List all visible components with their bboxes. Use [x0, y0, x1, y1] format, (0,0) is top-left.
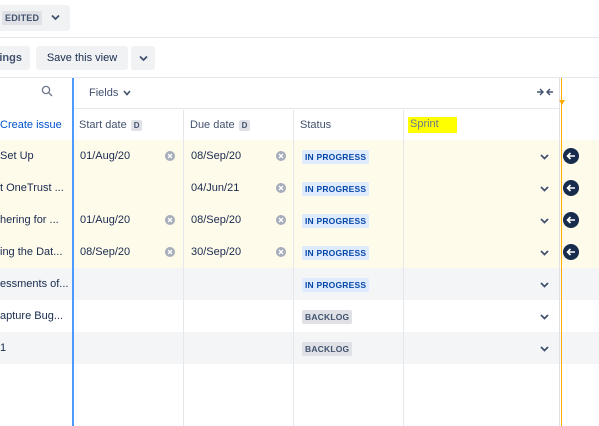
column-header-due-date[interactable]: Due date D	[190, 110, 251, 140]
status-lozenge[interactable]: IN PROGRESS	[302, 182, 370, 196]
column-header-label: Sprint	[408, 117, 457, 133]
status-lozenge[interactable]: BACKLOG	[302, 310, 353, 324]
column-divider	[183, 110, 184, 426]
table-row[interactable]: ing the Dat... 08/Sep/20 30/Sep/20 IN PROGR…	[0, 236, 599, 268]
issue-summary[interactable]: Set Up	[0, 140, 70, 172]
clear-date-icon[interactable]	[276, 151, 286, 161]
issue-summary[interactable]: ing the Dat...	[0, 236, 70, 268]
create-issue-link[interactable]: Create issue	[0, 110, 62, 140]
table-row[interactable]: t OneTrust ... 04/Jun/21 IN PROGRESS	[0, 172, 599, 204]
issue-summary[interactable]: 1	[0, 332, 70, 364]
chevron-down-icon[interactable]	[540, 152, 549, 160]
view-settings-button[interactable]: ings	[0, 46, 30, 70]
grid-right-border	[559, 78, 560, 426]
status-lozenge[interactable]: IN PROGRESS	[302, 278, 370, 292]
column-header-start-date[interactable]: Start date D	[79, 110, 143, 140]
search-icon[interactable]	[41, 85, 53, 97]
fields-header-divider	[74, 108, 560, 109]
start-date-value[interactable]: 01/Aug/20	[80, 140, 160, 172]
table-row[interactable]: Set Up 01/Aug/20 08/Sep/20 IN PROGRESS	[0, 140, 599, 172]
issue-summary[interactable]: essments of...	[0, 268, 70, 300]
chevron-down-icon[interactable]	[540, 248, 549, 256]
issue-summary[interactable]: apture Bug...	[0, 300, 70, 332]
edited-lozenge: EDITED	[2, 11, 43, 25]
column-divider	[403, 110, 404, 426]
start-date-value[interactable]: 08/Sep/20	[80, 236, 160, 268]
status-lozenge[interactable]: IN PROGRESS	[302, 150, 370, 164]
clear-date-icon[interactable]	[165, 247, 175, 257]
status-lozenge[interactable]: IN PROGRESS	[302, 214, 370, 228]
table-row[interactable]: hering for ... 01/Aug/20 08/Sep/20 IN PROGR…	[0, 204, 599, 236]
chevron-down-icon	[138, 55, 148, 61]
frozen-column-separator[interactable]	[72, 78, 74, 426]
collapse-fields-icon[interactable]	[536, 85, 554, 99]
fields-dropdown-button[interactable]: Fields	[89, 86, 131, 100]
chevron-down-icon[interactable]	[540, 216, 549, 224]
clear-date-icon[interactable]	[276, 183, 286, 193]
chevron-down-icon	[51, 13, 60, 23]
view-edited-dropdown[interactable]: EDITED	[0, 5, 70, 31]
issue-summary[interactable]: t OneTrust ...	[0, 172, 70, 204]
arrow-left-circle-icon[interactable]	[563, 180, 579, 196]
arrow-left-circle-icon[interactable]	[563, 244, 579, 260]
column-header-label: Start date	[79, 119, 127, 131]
save-view-options-button[interactable]	[131, 46, 155, 70]
clear-date-icon[interactable]	[276, 247, 286, 257]
arrow-left-circle-icon[interactable]	[563, 212, 579, 228]
table-row[interactable]: 1 BACKLOG	[0, 332, 599, 364]
due-date-value[interactable]: 04/Jun/21	[191, 172, 271, 204]
start-date-value[interactable]: 01/Aug/20	[80, 204, 160, 236]
status-lozenge[interactable]: IN PROGRESS	[302, 246, 370, 260]
clear-date-icon[interactable]	[165, 151, 175, 161]
issue-grid: Set Up 01/Aug/20 08/Sep/20 IN PROGRESS t One…	[0, 78, 599, 426]
date-type-badge: D	[238, 119, 251, 131]
column-header-sprint[interactable]: Sprint	[408, 110, 457, 140]
chevron-down-icon	[123, 90, 131, 96]
date-type-badge: D	[130, 119, 143, 131]
table-row[interactable]: essments of... IN PROGRESS	[0, 268, 599, 300]
clear-date-icon[interactable]	[165, 215, 175, 225]
status-lozenge[interactable]: BACKLOG	[302, 342, 353, 356]
column-header-label: Due date	[190, 119, 235, 131]
chevron-down-icon[interactable]	[540, 280, 549, 288]
view-toolbar: ings Save this view	[0, 38, 599, 78]
due-date-value[interactable]: 30/Sep/20	[191, 236, 271, 268]
clear-date-icon[interactable]	[276, 215, 286, 225]
fields-label: Fields	[89, 87, 119, 99]
today-marker-icon	[559, 100, 565, 105]
table-row[interactable]: apture Bug... BACKLOG	[0, 300, 599, 332]
column-header-status[interactable]: Status	[300, 110, 331, 140]
due-date-value[interactable]: 08/Sep/20	[191, 140, 271, 172]
save-view-button[interactable]: Save this view	[36, 46, 128, 70]
due-date-value[interactable]: 08/Sep/20	[191, 204, 271, 236]
chevron-down-icon[interactable]	[540, 184, 549, 192]
arrow-left-circle-icon[interactable]	[563, 148, 579, 164]
issue-summary[interactable]: hering for ...	[0, 204, 70, 236]
timeline-today-marker	[561, 78, 562, 426]
chevron-down-icon[interactable]	[540, 344, 549, 352]
column-divider	[293, 110, 294, 426]
chevron-down-icon[interactable]	[540, 312, 549, 320]
top-bar: EDITED	[0, 0, 599, 38]
